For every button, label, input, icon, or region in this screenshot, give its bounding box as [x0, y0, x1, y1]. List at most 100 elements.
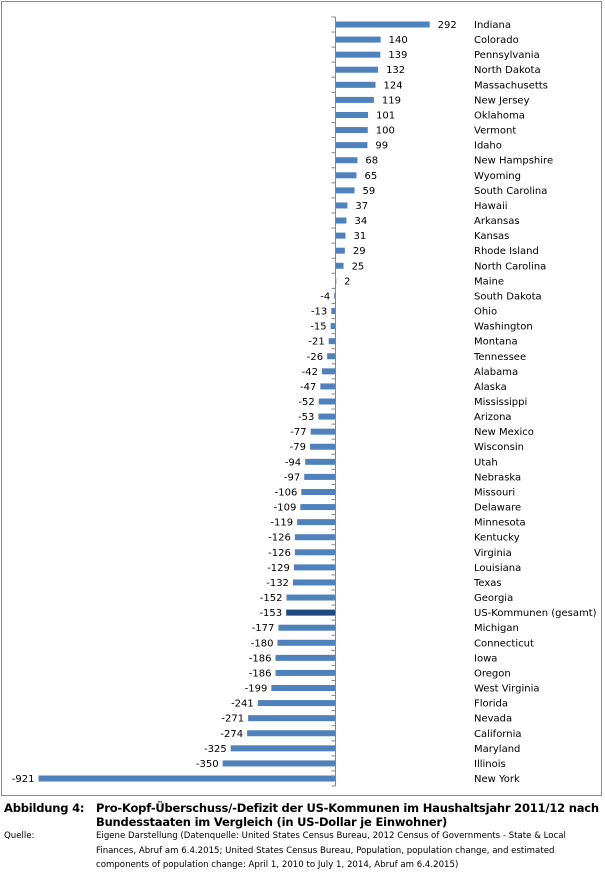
- bar: [335, 172, 357, 179]
- value-label: -21: [308, 337, 324, 348]
- value-label: -350: [196, 759, 219, 770]
- bar: [335, 232, 346, 239]
- bar: [335, 127, 368, 134]
- category-label: Wyoming: [474, 171, 521, 182]
- value-label: 101: [376, 110, 395, 121]
- bar: [248, 715, 336, 722]
- bar: [297, 519, 336, 526]
- value-label: -126: [268, 533, 291, 544]
- category-label: Michigan: [474, 623, 519, 634]
- category-label: Montana: [474, 337, 518, 348]
- value-label: -921: [12, 774, 35, 785]
- value-label: -26: [307, 352, 323, 363]
- value-label: 34: [354, 216, 367, 227]
- value-label: -47: [300, 382, 316, 393]
- bar: [277, 639, 336, 646]
- category-label: Texas: [473, 578, 502, 589]
- value-label: -274: [220, 729, 243, 740]
- category-label: Alaska: [474, 382, 507, 393]
- value-label: 124: [383, 80, 402, 91]
- bar: [247, 730, 336, 737]
- category-label: Nebraska: [474, 472, 521, 483]
- category-label: Kentucky: [474, 533, 520, 544]
- value-label: 140: [389, 35, 408, 46]
- value-label: 119: [382, 95, 401, 106]
- bar: [294, 534, 336, 541]
- category-label: Colorado: [474, 35, 519, 46]
- bar: [335, 142, 368, 149]
- bar: [293, 564, 336, 571]
- bar: [335, 157, 358, 164]
- category-label: West Virginia: [474, 684, 539, 695]
- category-label: Vermont: [474, 126, 516, 137]
- bar: [286, 594, 336, 601]
- bar: [318, 398, 336, 405]
- bar: [320, 383, 336, 390]
- bar: [335, 247, 345, 254]
- category-label: Maine: [474, 276, 504, 287]
- bar: [335, 217, 347, 224]
- category-label: North Carolina: [474, 261, 546, 272]
- figure-label: Abbildung 4:: [4, 801, 85, 815]
- value-labels-group: 2921401391321241191011009968655937343129…: [12, 20, 457, 785]
- category-label: New Hampshire: [474, 156, 553, 167]
- value-label: 29: [353, 246, 366, 257]
- category-label: Pennsylvania: [474, 50, 540, 61]
- bar: [294, 549, 336, 556]
- value-label: 65: [364, 171, 377, 182]
- category-label: New York: [474, 774, 520, 785]
- category-label: North Dakota: [474, 65, 541, 76]
- category-label: Indiana: [474, 20, 511, 31]
- value-label: 31: [353, 231, 366, 242]
- value-label: -177: [252, 623, 275, 634]
- category-label: Illinois: [474, 759, 506, 770]
- bar: [310, 443, 336, 450]
- category-label: Arizona: [474, 412, 512, 423]
- bar: [335, 262, 344, 269]
- value-label: -180: [251, 638, 274, 649]
- category-label: Maryland: [474, 744, 520, 755]
- value-label: -186: [249, 668, 272, 679]
- bar: [286, 609, 336, 616]
- bar: [335, 36, 381, 43]
- category-label: Wisconsin: [474, 442, 524, 453]
- category-label: Louisiana: [474, 563, 521, 574]
- category-label: Washington: [474, 322, 533, 333]
- bar: [300, 504, 336, 511]
- category-label: Virginia: [474, 548, 512, 559]
- category-label: Oklahoma: [474, 110, 525, 121]
- value-label: 25: [352, 261, 365, 272]
- bar: [271, 685, 336, 692]
- bar: [335, 187, 355, 194]
- bar-chart: 2921401391321241191011009968655937343129…: [12, 16, 597, 787]
- bar: [335, 81, 376, 88]
- category-label: Oregon: [474, 668, 511, 679]
- value-label: -52: [298, 397, 314, 408]
- value-label: -271: [221, 714, 244, 725]
- value-label: -153: [259, 608, 282, 619]
- bar: [230, 745, 336, 752]
- value-label: -79: [290, 442, 306, 453]
- bar: [335, 66, 379, 73]
- value-label: -152: [260, 593, 283, 604]
- value-label: -129: [267, 563, 290, 574]
- category-label: Florida: [474, 699, 508, 710]
- bar: [327, 353, 336, 360]
- value-label: -132: [266, 578, 289, 589]
- bar: [331, 308, 336, 315]
- value-label: -4: [320, 291, 330, 302]
- value-label: 292: [438, 20, 457, 31]
- category-label: Tennessee: [473, 352, 526, 363]
- category-label: South Carolina: [474, 186, 547, 197]
- bar: [318, 413, 336, 420]
- category-label: California: [474, 729, 522, 740]
- bar: [278, 624, 336, 631]
- source-text: Eigene Darstellung (Datenquelle: United …: [96, 831, 566, 870]
- source-label: Quelle:: [4, 831, 35, 841]
- category-label: Massachusetts: [474, 80, 548, 91]
- bar: [321, 368, 336, 375]
- value-label: 68: [365, 156, 378, 167]
- value-label: -53: [298, 412, 314, 423]
- category-label: New Mexico: [474, 427, 534, 438]
- value-label: 37: [355, 201, 368, 212]
